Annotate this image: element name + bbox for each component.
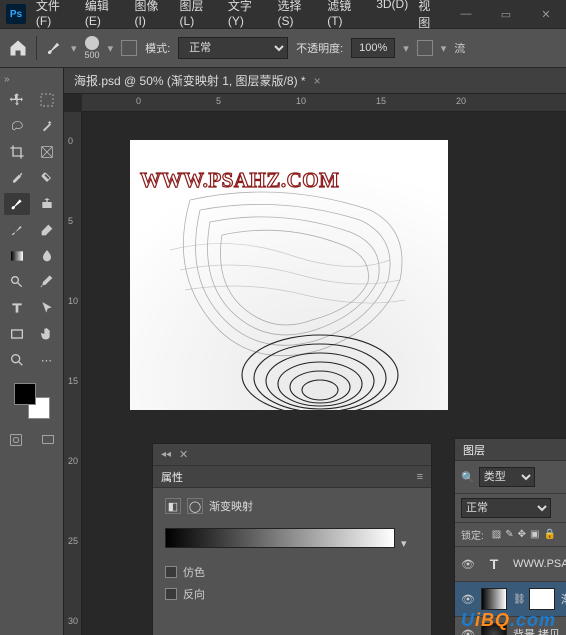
filter-kind-select[interactable]: 类型 — [479, 467, 535, 487]
menu-select[interactable]: 选择(S) — [274, 0, 322, 35]
gradient-tool[interactable] — [4, 245, 30, 267]
gradient-dropdown-icon[interactable]: ▾ — [401, 537, 413, 549]
reverse-label: 反向 — [183, 586, 205, 602]
foreground-color-swatch[interactable] — [14, 383, 36, 405]
dither-checkbox[interactable] — [165, 566, 177, 578]
menu-3d[interactable]: 3D(D) — [372, 0, 412, 35]
site-watermark: UiBQ.com — [461, 610, 556, 631]
blend-mode-select[interactable]: 正常 — [178, 37, 288, 59]
adjustment-icon: ◧ — [165, 498, 181, 514]
vertical-ruler: 0 5 10 15 20 25 30 — [64, 112, 82, 635]
hand-tool[interactable] — [34, 323, 60, 345]
layer-thumb-adjust — [481, 588, 507, 610]
magic-wand-tool[interactable] — [34, 115, 60, 137]
document-workspace: 海报.psd @ 50% (渐变映射 1, 图层蒙版/8) * × 0 5 10… — [64, 68, 566, 635]
crop-tool[interactable] — [4, 141, 30, 163]
panel-collapse-icon[interactable]: ◂◂ — [161, 449, 171, 460]
toolbox-expand-icon[interactable]: » — [4, 74, 10, 85]
window-close-button[interactable]: ✕ — [526, 0, 566, 28]
window-controls: — ▭ ✕ — [446, 0, 566, 28]
toolbox: » ⋯ — [0, 68, 64, 635]
flow-label: 流 — [454, 40, 465, 56]
brush-tool-icon[interactable] — [45, 39, 63, 57]
photoshop-logo: Ps — [6, 4, 26, 24]
move-tool[interactable] — [4, 89, 30, 111]
quick-mask-icon[interactable] — [3, 429, 29, 451]
main-menu: 文件(F) 编辑(E) 图像(I) 图层(L) 文字(Y) 选择(S) 滤镜(T… — [32, 0, 446, 35]
window-maximize-button[interactable]: ▭ — [486, 0, 526, 28]
document-tab[interactable]: 海报.psd @ 50% (渐变映射 1, 图层蒙版/8) * × — [64, 68, 566, 94]
lock-label: 锁定: — [461, 527, 484, 542]
canvas-watermark-text: WWW.PSAHZ.COM — [140, 168, 339, 193]
link-icon[interactable]: ⛓ — [513, 594, 523, 605]
search-kind-icon[interactable]: 🔍 — [461, 471, 475, 484]
panel-close-icon[interactable]: ✕ — [179, 448, 188, 461]
menu-layer[interactable]: 图层(L) — [176, 0, 222, 35]
properties-panel-title: 属性 — [161, 469, 183, 485]
frame-tool[interactable] — [34, 141, 60, 163]
eraser-tool[interactable] — [34, 219, 60, 241]
eyedropper-tool[interactable] — [4, 167, 30, 189]
lock-paint-icon[interactable]: ✎ — [505, 529, 513, 540]
type-tool[interactable] — [4, 297, 30, 319]
clone-stamp-tool[interactable] — [34, 193, 60, 215]
pressure-opacity-icon[interactable] — [417, 40, 433, 56]
properties-panel: ◂◂ ✕ 属性 ≡ ◧ ◯ 渐变映射 ▾ 仿 — [152, 443, 432, 635]
history-brush-tool[interactable] — [4, 219, 30, 241]
menu-file[interactable]: 文件(F) — [32, 0, 79, 35]
layer-name[interactable]: WWW.PSAHZ.COM — [513, 558, 566, 570]
color-swatches[interactable] — [14, 383, 50, 419]
visibility-toggle-icon[interactable]: 👁 — [461, 558, 475, 571]
rectangle-tool[interactable] — [4, 323, 30, 345]
brush-preview[interactable]: 500 — [85, 36, 100, 60]
brush-panel-toggle-icon[interactable] — [121, 40, 137, 56]
visibility-toggle-icon[interactable]: 👁 — [461, 593, 475, 606]
close-tab-icon[interactable]: × — [314, 74, 321, 88]
opacity-input[interactable] — [351, 38, 395, 58]
titlebar: Ps 文件(F) 编辑(E) 图像(I) 图层(L) 文字(Y) 选择(S) 滤… — [0, 0, 566, 28]
edit-toolbar-icon[interactable]: ⋯ — [34, 349, 60, 371]
screen-mode-icon[interactable] — [35, 429, 61, 451]
menu-edit[interactable]: 编辑(E) — [81, 0, 129, 35]
menu-view[interactable]: 视图 — [414, 0, 446, 35]
opacity-label: 不透明度: — [296, 40, 343, 56]
document-title: 海报.psd @ 50% (渐变映射 1, 图层蒙版/8) * — [74, 72, 306, 89]
mask-icon[interactable]: ◯ — [187, 498, 203, 514]
layer-thumb-text: T — [481, 553, 507, 575]
layers-panel-title: 图层 — [463, 442, 485, 458]
canvas[interactable]: WWW.PSAHZ.COM — [130, 140, 448, 410]
lock-transparent-icon[interactable]: ▨ — [492, 529, 501, 540]
path-selection-tool[interactable] — [34, 297, 60, 319]
blur-tool[interactable] — [34, 245, 60, 267]
menu-image[interactable]: 图像(I) — [131, 0, 174, 35]
dodge-tool[interactable] — [4, 271, 30, 293]
healing-brush-tool[interactable] — [34, 167, 60, 189]
lasso-tool[interactable] — [4, 115, 30, 137]
menu-filter[interactable]: 滤镜(T) — [323, 0, 370, 35]
layers-panel: 图层 ≡ 🔍 类型 ▦ ◐ T — [454, 438, 566, 635]
lock-position-icon[interactable]: ✥ — [518, 529, 526, 540]
zoom-tool[interactable] — [4, 349, 30, 371]
menu-type[interactable]: 文字(Y) — [224, 0, 272, 35]
reverse-checkbox[interactable] — [165, 588, 177, 600]
panel-menu-icon[interactable]: ≡ — [417, 471, 423, 483]
layer-blend-select[interactable]: 正常 — [461, 498, 551, 518]
brush-size-value: 500 — [85, 50, 100, 60]
gradient-preview[interactable] — [165, 528, 395, 548]
adjustment-type-label: 渐变映射 — [209, 498, 253, 514]
pen-tool[interactable] — [34, 271, 60, 293]
brush-tool[interactable] — [4, 193, 30, 215]
layer-thumb-mask[interactable] — [529, 588, 555, 610]
layer-name[interactable]: 渐变映射 1 — [561, 591, 566, 607]
layer-item[interactable]: 👁 T WWW.PSAHZ.COM — [455, 547, 566, 582]
mode-label: 模式: — [145, 40, 170, 56]
window-minimize-button[interactable]: — — [446, 0, 486, 28]
lock-artboard-icon[interactable]: ▣ — [530, 529, 539, 540]
horizontal-ruler: 0 5 10 15 20 — [82, 94, 566, 112]
home-icon[interactable] — [8, 38, 28, 58]
lock-all-icon[interactable]: 🔒 — [543, 529, 555, 540]
marquee-tool[interactable] — [34, 89, 60, 111]
dither-label: 仿色 — [183, 564, 205, 580]
